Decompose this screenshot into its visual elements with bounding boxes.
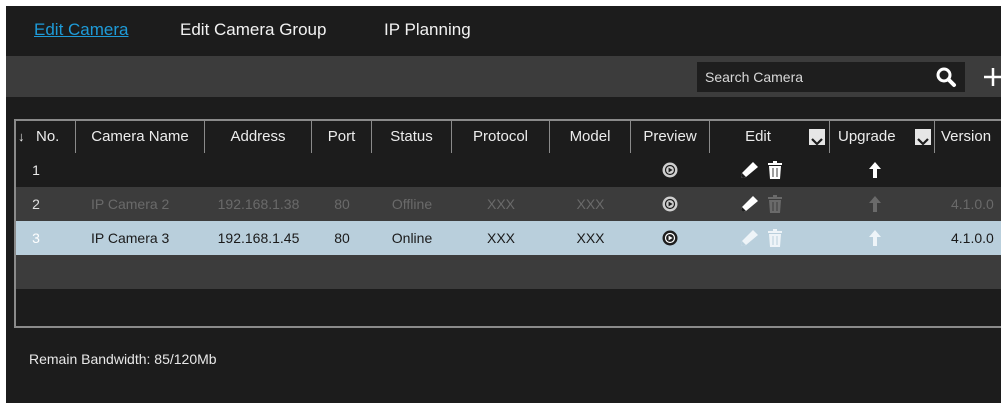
toolbar: [6, 56, 1001, 97]
cell-port: 80: [334, 196, 350, 212]
up-arrow-icon[interactable]: [869, 196, 881, 217]
cell-protocol: XXX: [486, 196, 515, 212]
cell-port: [312, 153, 372, 187]
trash-icon[interactable]: [767, 229, 783, 252]
trash-icon[interactable]: [767, 195, 783, 218]
add-camera-button[interactable]: [982, 62, 1001, 90]
column-header-upgrade: Upgrade: [830, 121, 935, 153]
column-header-version[interactable]: Version: [935, 121, 1001, 153]
cell-no: 1: [32, 162, 40, 178]
column-header-no[interactable]: ↓ No.: [16, 121, 76, 153]
cell-version: 4.1.0.0: [951, 230, 994, 246]
tab-ip-planning[interactable]: IP Planning: [384, 20, 471, 40]
table-row[interactable]: 1: [16, 153, 1001, 187]
cell-version: [935, 153, 1001, 187]
cell-port: 80: [334, 230, 350, 246]
cell-address: 192.168.1.45: [217, 230, 300, 246]
camera-manager-window: Edit Camera Edit Camera Group IP Plannin…: [6, 6, 1001, 403]
cell-address: 192.168.1.38: [217, 196, 300, 212]
column-header-protocol[interactable]: Protocol: [452, 121, 550, 153]
empty-table-row: [16, 289, 1001, 323]
play-icon[interactable]: [662, 162, 678, 183]
column-header-model[interactable]: Model: [550, 121, 631, 153]
trash-icon[interactable]: [767, 161, 783, 184]
play-icon[interactable]: [662, 230, 678, 251]
up-arrow-icon[interactable]: [869, 230, 881, 251]
cell-protocol: [452, 153, 550, 187]
pencil-icon[interactable]: [739, 229, 759, 252]
tab-edit-camera-group[interactable]: Edit Camera Group: [180, 20, 326, 40]
column-header-preview[interactable]: Preview: [631, 121, 710, 153]
cell-protocol: XXX: [486, 230, 515, 246]
table-row[interactable]: 2 IP Camera 2 192.168.1.38 80 Offline XXX XXX 4…: [16, 187, 1001, 221]
up-arrow-icon[interactable]: [869, 162, 881, 183]
chevron-down-icon[interactable]: [809, 129, 825, 146]
empty-table-row: [16, 255, 1001, 289]
column-header-edit: Edit: [710, 121, 830, 153]
cell-model: XXX: [576, 196, 605, 212]
search-icon[interactable]: [935, 66, 957, 88]
cell-status: [372, 153, 452, 187]
cell-status: Online: [391, 230, 433, 246]
pencil-icon[interactable]: [739, 161, 759, 184]
column-header-status[interactable]: Status: [372, 121, 452, 153]
table-header: ↓ No. Camera Name Address Port Status Pr…: [16, 121, 1001, 153]
cell-model: [550, 153, 631, 187]
cell-camera-name: [76, 153, 205, 187]
plus-icon: [984, 68, 1001, 86]
cell-camera-name: IP Camera 2: [91, 196, 170, 212]
column-header-camera-name[interactable]: Camera Name: [76, 121, 205, 153]
sort-arrow-icon: ↓: [18, 129, 25, 144]
tab-bar: Edit Camera Edit Camera Group IP Plannin…: [6, 6, 1001, 56]
cell-no: 2: [32, 196, 40, 212]
cell-model: XXX: [576, 230, 605, 246]
remain-bandwidth-text: Remain Bandwidth: 85/120Mb: [29, 351, 217, 367]
search-box: [697, 62, 965, 92]
cell-address: [205, 153, 312, 187]
play-icon[interactable]: [662, 196, 678, 217]
chevron-down-icon[interactable]: [915, 129, 931, 146]
cell-camera-name: IP Camera 3: [91, 230, 170, 246]
column-header-port[interactable]: Port: [312, 121, 372, 153]
cell-version: 4.1.0.0: [951, 196, 994, 212]
camera-table: ↓ No. Camera Name Address Port Status Pr…: [14, 119, 1001, 328]
search-input[interactable]: [697, 62, 935, 92]
pencil-icon[interactable]: [739, 195, 759, 218]
tab-edit-camera[interactable]: Edit Camera: [34, 20, 128, 40]
column-header-address[interactable]: Address: [205, 121, 312, 153]
cell-no: 3: [32, 230, 40, 246]
table-row[interactable]: 3 IP Camera 3 192.168.1.45 80 Online XXX XXX 4.…: [16, 221, 1001, 255]
cell-status: Offline: [391, 196, 433, 212]
